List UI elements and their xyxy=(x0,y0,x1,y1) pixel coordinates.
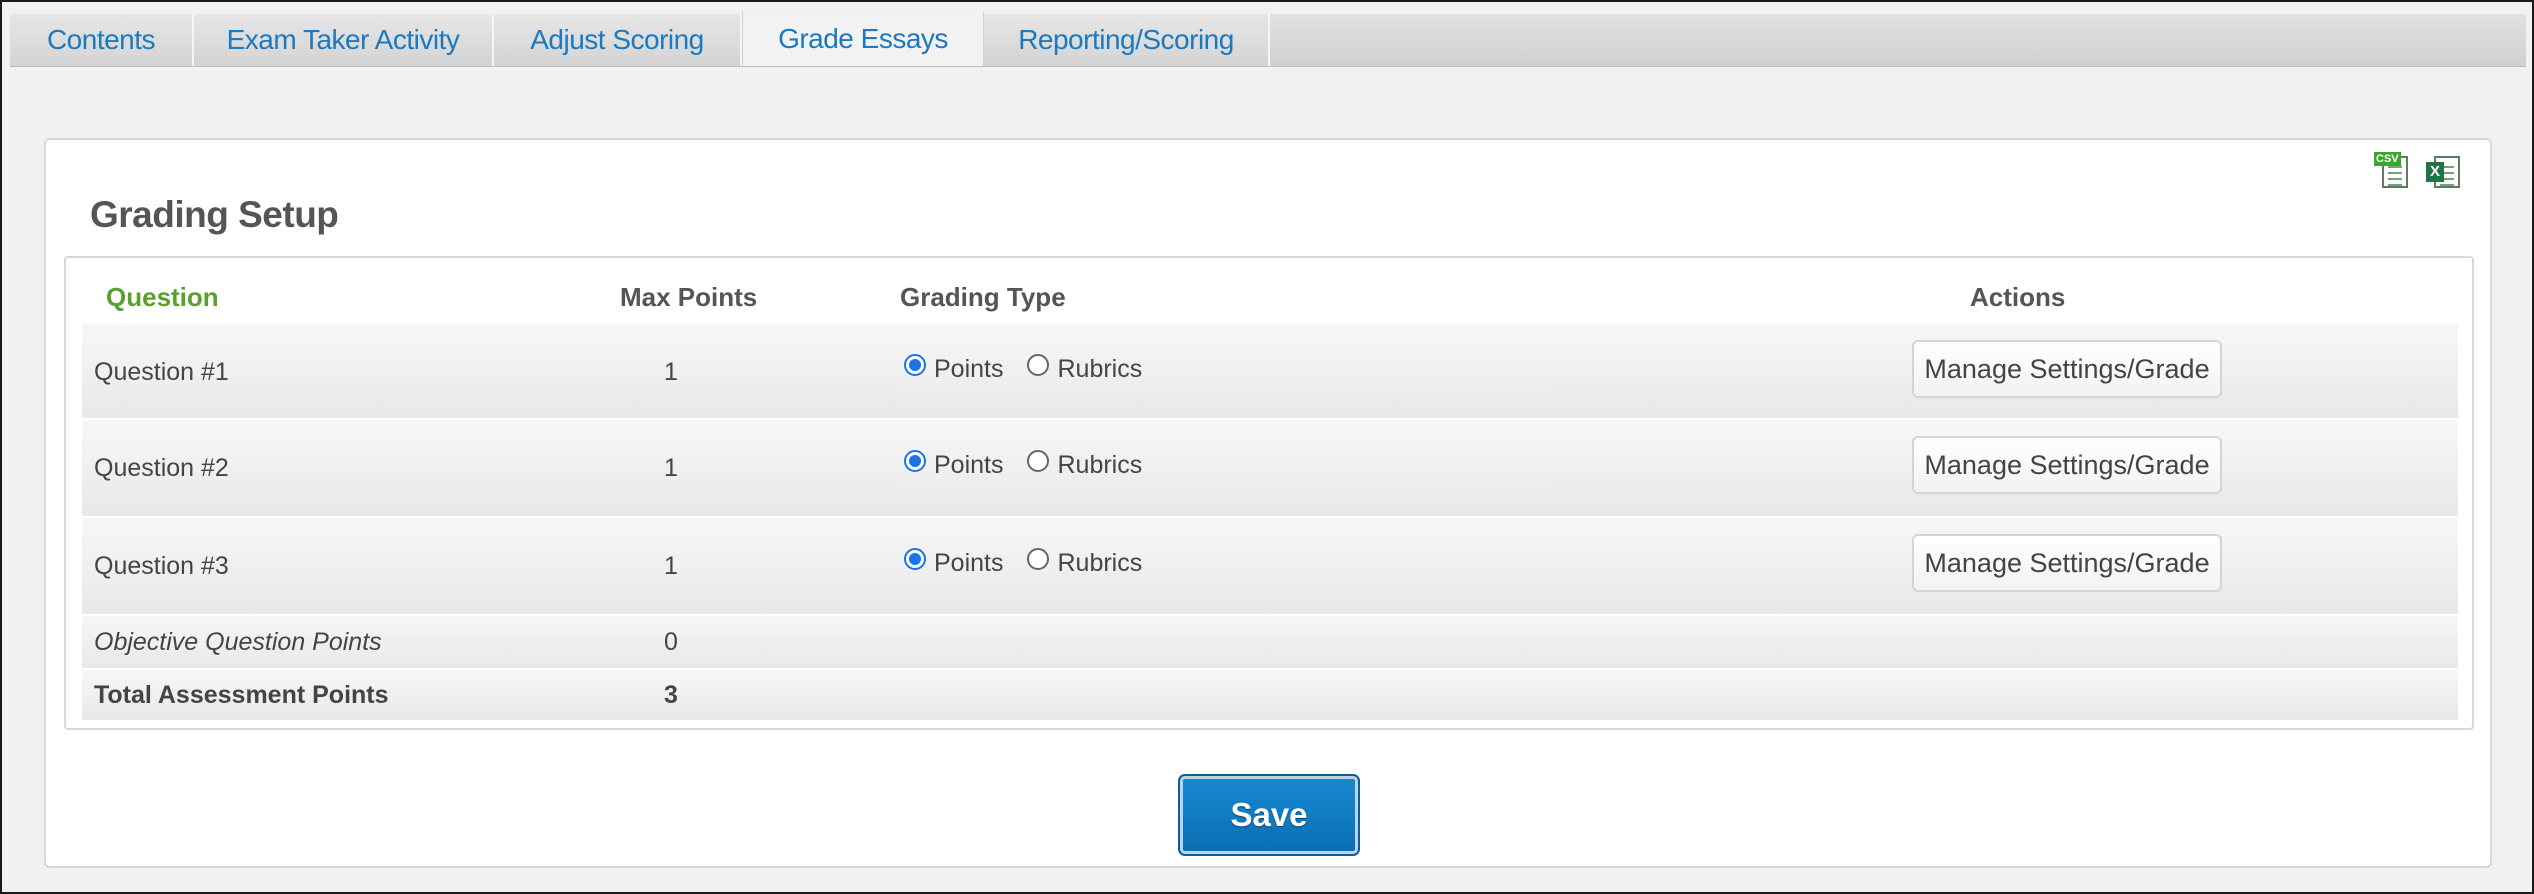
max-points-value: 1 xyxy=(664,358,678,386)
points-radio[interactable] xyxy=(904,450,926,472)
rubrics-label: Rubrics xyxy=(1057,450,1143,479)
objective-points-label: Objective Question Points xyxy=(94,628,382,656)
excel-export-icon[interactable]: X xyxy=(2426,152,2464,190)
table-row: Question #2 1 Points Rubrics Manage Sett… xyxy=(82,420,2458,516)
export-icons: CSV X xyxy=(2374,152,2464,190)
objective-points-value: 0 xyxy=(664,628,678,656)
csv-export-icon[interactable]: CSV xyxy=(2374,152,2412,190)
manage-settings-grade-button[interactable]: Manage Settings/Grade xyxy=(1912,534,2222,592)
rubrics-radio[interactable] xyxy=(1027,354,1050,376)
tab-contents[interactable]: Contents xyxy=(10,14,194,66)
table-row: Question #1 1 Points Rubrics Manage Sett… xyxy=(82,324,2458,418)
grading-setup-panel: CSV X Grading Setup Question Max Points … xyxy=(44,138,2492,868)
save-button[interactable]: Save xyxy=(1178,774,1360,856)
max-points-value: 1 xyxy=(664,552,678,580)
points-label: Points xyxy=(934,354,1004,383)
total-points-label: Total Assessment Points xyxy=(94,681,389,709)
manage-settings-grade-button[interactable]: Manage Settings/Grade xyxy=(1912,340,2222,398)
question-name: Question #1 xyxy=(94,358,229,386)
page-title: Grading Setup xyxy=(90,194,339,235)
total-points-value: 3 xyxy=(664,681,678,709)
objective-points-row: Objective Question Points 0 xyxy=(82,616,2458,668)
rubrics-label: Rubrics xyxy=(1057,548,1143,577)
tab-grade-essays[interactable]: Grade Essays xyxy=(742,12,984,66)
points-label: Points xyxy=(934,548,1004,577)
tab-adjust-scoring[interactable]: Adjust Scoring xyxy=(494,14,742,66)
points-label: Points xyxy=(934,450,1004,479)
header-grading-type: Grading Type xyxy=(900,282,1066,312)
table-row: Question #3 1 Points Rubrics Manage Sett… xyxy=(82,518,2458,614)
header-actions: Actions xyxy=(1970,282,2066,312)
header-max-points: Max Points xyxy=(620,282,758,312)
rubrics-label: Rubrics xyxy=(1057,354,1143,383)
question-name: Question #2 xyxy=(94,454,229,482)
manage-settings-grade-button[interactable]: Manage Settings/Grade xyxy=(1912,436,2222,494)
grading-type-options: Points Rubrics xyxy=(894,342,1554,396)
total-points-row: Total Assessment Points 3 xyxy=(82,670,2458,720)
tab-reporting-scoring[interactable]: Reporting/Scoring xyxy=(984,14,1270,66)
grading-type-options: Points Rubrics xyxy=(894,438,1554,492)
tab-bar: Contents Exam Taker Activity Adjust Scor… xyxy=(10,12,2526,67)
question-name: Question #3 xyxy=(94,552,229,580)
rubrics-radio[interactable] xyxy=(1027,450,1050,472)
grading-type-options: Points Rubrics xyxy=(894,536,1554,590)
max-points-value: 1 xyxy=(664,454,678,482)
points-radio[interactable] xyxy=(904,354,926,376)
rubrics-radio[interactable] xyxy=(1027,548,1050,570)
grading-table: Question Max Points Grading Type Actions… xyxy=(64,256,2474,730)
header-question[interactable]: Question xyxy=(106,282,219,313)
points-radio[interactable] xyxy=(904,548,926,570)
page-frame: Contents Exam Taker Activity Adjust Scor… xyxy=(0,0,2534,894)
tab-exam-taker-activity[interactable]: Exam Taker Activity xyxy=(194,14,494,66)
